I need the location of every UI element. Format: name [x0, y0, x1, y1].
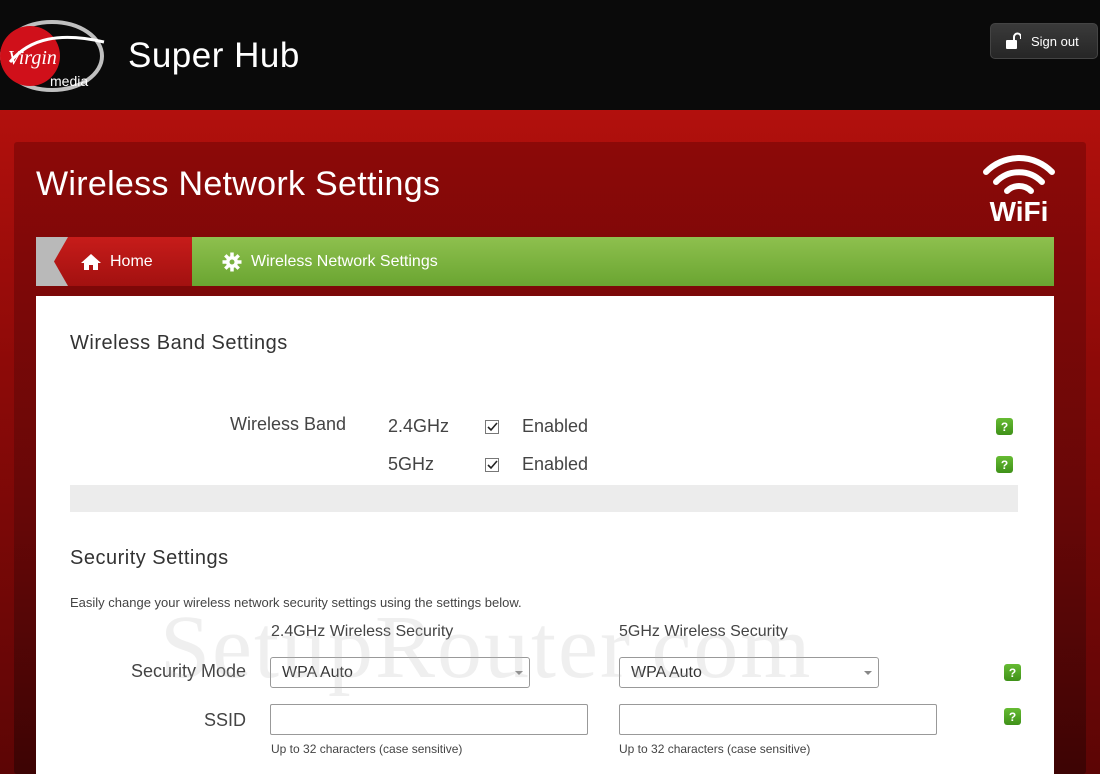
security-5-column-header: 5GHz Wireless Security	[619, 623, 788, 640]
security-24-column-header: 2.4GHz Wireless Security	[271, 623, 454, 640]
top-bar: Virgin media Super Hub Sign out	[0, 0, 1100, 110]
sign-out-label: Sign out	[1031, 33, 1079, 49]
wifi-logo-text: WiFi	[990, 196, 1049, 224]
breadcrumb-home-label: Home	[110, 252, 153, 270]
security-settings-heading: Security Settings	[70, 547, 229, 569]
band-24-checkbox[interactable]	[485, 420, 499, 434]
svg-text:Virgin: Virgin	[8, 47, 57, 69]
checkmark-icon	[486, 460, 498, 470]
gear-icon	[222, 252, 242, 272]
breadcrumb-current: Wireless Network Settings	[222, 252, 438, 272]
band-5-checkbox[interactable]	[485, 458, 499, 472]
band-settings-heading: Wireless Band Settings	[70, 332, 288, 354]
band-5-help-icon[interactable]: ?	[996, 456, 1013, 473]
breadcrumb-current-label: Wireless Network Settings	[251, 253, 438, 270]
wireless-band-label: Wireless Band	[230, 414, 347, 434]
content-area	[36, 296, 1054, 774]
band-24-help-icon[interactable]: ?	[996, 418, 1013, 435]
chevron-down-icon	[864, 671, 872, 675]
virgin-media-logo: Virgin media	[0, 20, 105, 92]
band-5-name: 5GHz	[388, 454, 435, 474]
ssid-24-input[interactable]	[270, 704, 588, 735]
section-divider	[70, 485, 1018, 512]
security-mode-24-value: WPA Auto	[282, 663, 353, 681]
ssid-help-icon[interactable]: ?	[1004, 708, 1021, 725]
chevron-down-icon	[515, 671, 523, 675]
svg-text:media: media	[50, 73, 88, 89]
ssid-5-input[interactable]	[619, 704, 937, 735]
home-icon	[81, 253, 101, 270]
security-mode-help-icon[interactable]: ?	[1004, 664, 1021, 681]
breadcrumb-home[interactable]: Home	[54, 237, 192, 286]
security-mode-5-value: WPA Auto	[631, 663, 702, 681]
unlock-icon	[1006, 32, 1021, 49]
sign-out-button[interactable]: Sign out	[990, 23, 1098, 59]
band-5-status: Enabled	[522, 454, 589, 474]
ssid-label: SSID	[204, 710, 247, 730]
band-24-name: 2.4GHz	[388, 416, 450, 436]
band-24-status: Enabled	[522, 416, 589, 436]
security-description: Easily change your wireless network secu…	[70, 595, 522, 610]
wifi-icon: WiFi	[983, 155, 1055, 224]
security-mode-24-select[interactable]: WPA Auto	[270, 657, 530, 688]
checkmark-icon	[486, 422, 498, 432]
page-title: Wireless Network Settings	[36, 165, 441, 203]
security-mode-5-select[interactable]: WPA Auto	[619, 657, 879, 688]
security-mode-label: Security Mode	[131, 661, 247, 681]
app-title: Super Hub	[128, 36, 300, 75]
ssid-24-hint: Up to 32 characters (case sensitive)	[271, 742, 463, 756]
ssid-5-hint: Up to 32 characters (case sensitive)	[619, 742, 811, 756]
